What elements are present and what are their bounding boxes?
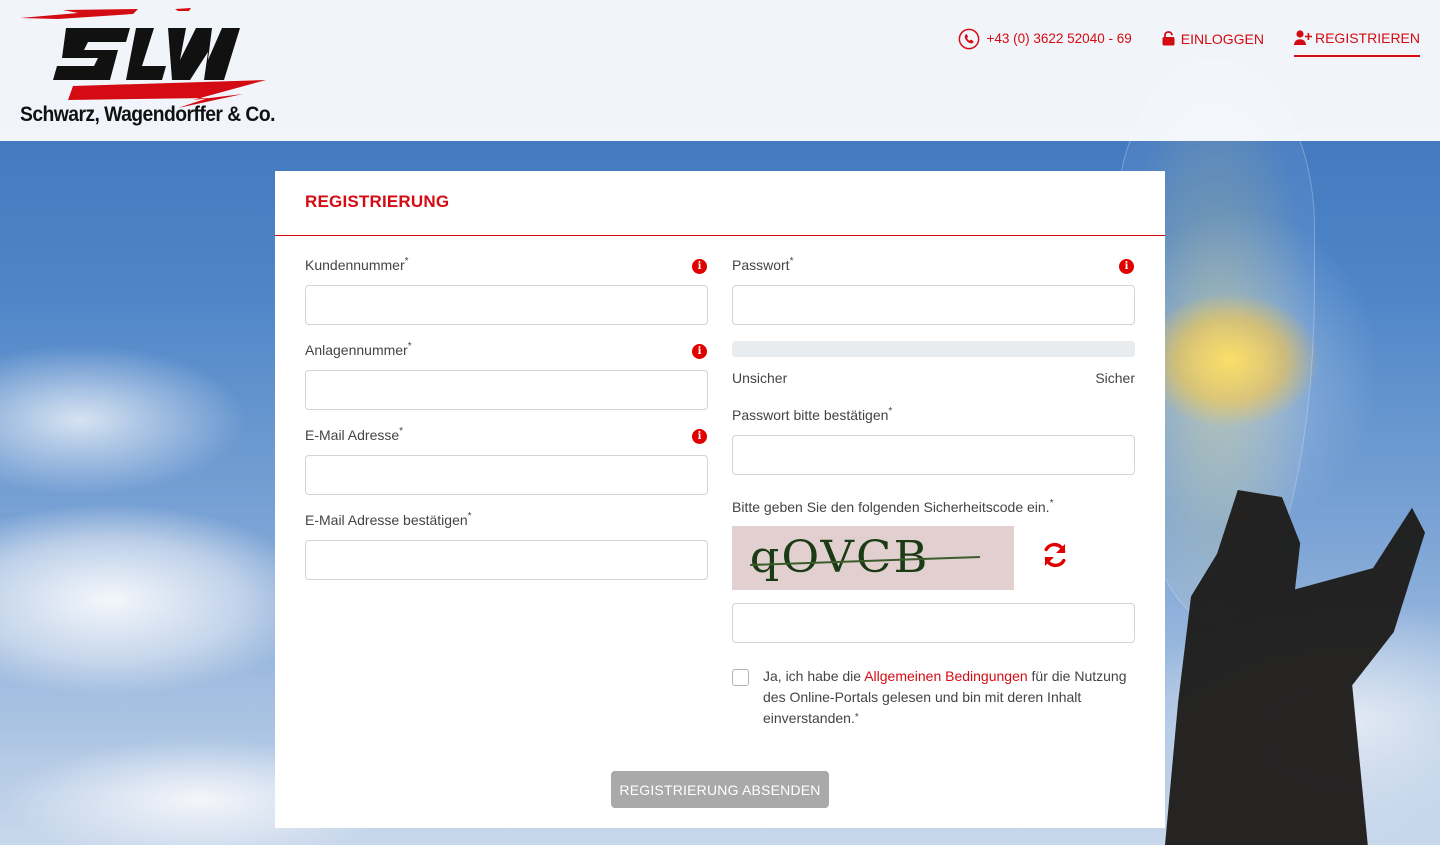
terms-text: Ja, ich habe die Allgemeinen Bedingungen…	[763, 666, 1138, 729]
required-mark: *	[399, 426, 404, 437]
lock-icon	[1162, 31, 1175, 46]
terms-checkbox[interactable]	[732, 669, 749, 686]
password-input[interactable]	[732, 285, 1135, 325]
register-link[interactable]: REGISTRIEREN	[1293, 24, 1420, 57]
phone-icon	[958, 28, 980, 50]
email-confirm-label-text: E-Mail Adresse bestätigen	[305, 512, 468, 528]
required-mark: *	[888, 406, 893, 417]
required-mark: *	[1049, 498, 1054, 509]
email-confirm-label: E-Mail Adresse bestätigen*	[305, 511, 472, 528]
password-confirm-label-text: Passwort bitte bestätigen	[732, 407, 889, 423]
page-title: REGISTRIERUNG	[305, 192, 450, 211]
info-icon[interactable]: i	[692, 259, 707, 274]
required-mark: *	[407, 341, 412, 352]
login-label: EINLOGGEN	[1180, 30, 1264, 47]
info-icon[interactable]: i	[692, 344, 707, 359]
terms-prefix: Ja, ich habe die	[763, 668, 865, 684]
company-name: Schwarz, Wagendorffer & Co.	[20, 103, 275, 126]
captcha-label-text: Bitte geben Sie den folgenden Sicherheit…	[732, 499, 1050, 515]
phone-link[interactable]: +43 (0) 3622 52040 - 69	[958, 24, 1132, 57]
captcha-image: qOVCB	[732, 526, 1014, 590]
password-strength-bar	[732, 341, 1135, 357]
system-number-label: Anlagennummer*	[305, 341, 412, 358]
customer-number-label: Kundennummer*	[305, 256, 409, 273]
top-navigation: +43 (0) 3622 52040 - 69 EINLOGGEN REGIST…	[928, 24, 1420, 57]
info-icon[interactable]: i	[692, 429, 707, 444]
captcha-code: qOVCB	[749, 532, 930, 583]
card-header: REGISTRIERUNG	[275, 171, 1165, 236]
refresh-icon[interactable]	[1040, 540, 1070, 570]
system-number-label-text: Anlagennummer	[305, 342, 408, 358]
info-icon[interactable]: i	[1119, 259, 1134, 274]
strength-high-label: Sicher	[1095, 370, 1135, 386]
email-label-text: E-Mail Adresse	[305, 427, 400, 443]
password-label-text: Passwort	[732, 257, 790, 273]
captcha-input[interactable]	[732, 603, 1135, 643]
email-input[interactable]	[305, 455, 708, 495]
submit-registration-button[interactable]: REGISTRIERUNG ABSENDEN	[611, 771, 829, 808]
captcha-label: Bitte geben Sie den folgenden Sicherheit…	[732, 498, 1054, 515]
logo-mark-icon	[20, 8, 266, 108]
system-number-input[interactable]	[305, 370, 708, 410]
login-link[interactable]: EINLOGGEN	[1162, 24, 1264, 57]
email-confirm-input[interactable]	[305, 540, 708, 580]
required-mark: *	[789, 256, 794, 267]
password-label: Passwort*	[732, 256, 794, 273]
strength-low-label: Unsicher	[732, 370, 788, 386]
site-header: Schwarz, Wagendorffer & Co. +43 (0) 3622…	[0, 0, 1440, 141]
phone-number: +43 (0) 3622 52040 - 69	[986, 31, 1132, 46]
registration-card: REGISTRIERUNG Kundennummer* i Anlagennum…	[275, 171, 1165, 828]
password-confirm-label: Passwort bitte bestätigen*	[732, 406, 893, 423]
required-mark: *	[854, 712, 859, 723]
password-confirm-input[interactable]	[732, 435, 1135, 475]
required-mark: *	[467, 511, 472, 522]
email-label: E-Mail Adresse*	[305, 426, 404, 443]
customer-number-label-text: Kundennummer	[305, 257, 405, 273]
customer-number-input[interactable]	[305, 285, 708, 325]
user-plus-icon	[1293, 30, 1312, 45]
terms-link[interactable]: Allgemeinen Bedingungen	[864, 668, 1027, 684]
required-mark: *	[404, 256, 409, 267]
register-label: REGISTRIEREN	[1314, 29, 1420, 46]
